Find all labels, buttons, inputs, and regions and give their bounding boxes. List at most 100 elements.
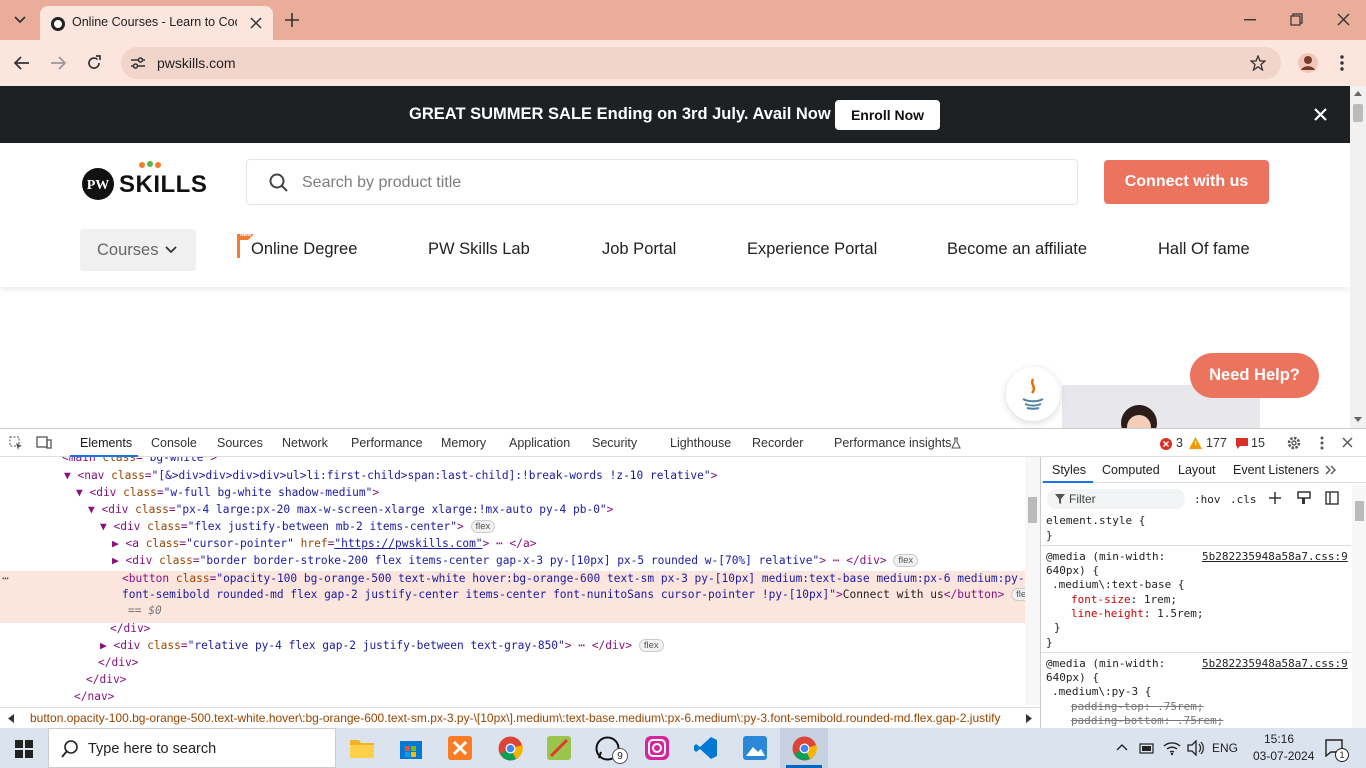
connect-with-us-button[interactable]: Connect with us bbox=[1104, 160, 1269, 204]
tab-styles[interactable]: Styles bbox=[1052, 463, 1086, 477]
show-hidden-icons-icon[interactable] bbox=[1116, 743, 1128, 751]
battery-icon[interactable] bbox=[1139, 741, 1155, 755]
warning-count[interactable]: 177 bbox=[1206, 436, 1227, 450]
tab-layout[interactable]: Layout bbox=[1178, 463, 1216, 477]
styles-scroll-thumb[interactable] bbox=[1355, 501, 1364, 521]
site-logo[interactable]: PW SKILLS bbox=[81, 161, 207, 201]
css-selector[interactable]: .medium\:text-base { bbox=[1052, 578, 1184, 591]
browser-menu-icon[interactable] bbox=[1340, 55, 1344, 71]
taskbar-search-box[interactable]: Type here to search bbox=[48, 728, 336, 768]
enroll-now-button[interactable]: Enroll Now bbox=[835, 100, 940, 130]
new-style-rule-icon[interactable] bbox=[1269, 492, 1283, 506]
clock-date[interactable]: 03-07-2024 bbox=[1253, 749, 1314, 763]
paint-icon[interactable] bbox=[1297, 491, 1311, 505]
devtools-menu-icon[interactable] bbox=[1320, 436, 1324, 450]
styles-scrollbar[interactable] bbox=[1352, 485, 1366, 729]
css-source-link[interactable]: 5b282235948a58a7.css:9 bbox=[1202, 657, 1348, 670]
tab-sources[interactable]: Sources bbox=[217, 436, 263, 450]
dom-scrollbar[interactable] bbox=[1025, 457, 1040, 705]
css-selector[interactable]: .medium\:py-3 { bbox=[1052, 685, 1151, 698]
hov-toggle[interactable]: :hov bbox=[1194, 493, 1221, 506]
css-source-link[interactable]: 5b282235948a58a7.css:9 bbox=[1202, 550, 1348, 563]
tab-event-listeners[interactable]: Event Listeners bbox=[1233, 463, 1319, 477]
xampp-icon[interactable] bbox=[448, 736, 472, 760]
dom-line-selected[interactable]: font-semibold rounded-md flex gap-2 just… bbox=[122, 588, 1036, 601]
dom-line[interactable]: ▼ <div class="px-4 large:px-20 max-w-scr… bbox=[88, 503, 613, 516]
tab-computed[interactable]: Computed bbox=[1102, 463, 1160, 477]
app-icon[interactable] bbox=[547, 736, 571, 760]
forward-icon[interactable] bbox=[50, 56, 66, 70]
tab-network[interactable]: Network bbox=[282, 436, 328, 450]
issues-count[interactable]: 15 bbox=[1251, 436, 1265, 450]
browser-tab[interactable]: Online Courses - Learn to Code bbox=[40, 6, 273, 40]
page-scroll-thumb[interactable] bbox=[1353, 104, 1363, 122]
scroll-down-icon[interactable] bbox=[1354, 417, 1362, 423]
instagram-icon[interactable] bbox=[645, 736, 669, 760]
minimize-icon[interactable] bbox=[1244, 19, 1256, 21]
nav-online-degree[interactable]: Online Degree bbox=[251, 240, 357, 259]
vscode-icon[interactable] bbox=[694, 736, 718, 760]
css-declaration-overridden[interactable]: padding-bottom: .75rem; bbox=[1071, 714, 1223, 727]
sidebar-toggle-icon[interactable] bbox=[1325, 491, 1339, 505]
site-info-icon[interactable] bbox=[130, 56, 146, 70]
nav-become-affiliate[interactable]: Become an affiliate bbox=[947, 240, 1087, 259]
close-window-icon[interactable] bbox=[1337, 13, 1350, 26]
windows-start-icon[interactable] bbox=[15, 740, 33, 758]
element-style-rule[interactable]: element.style { bbox=[1046, 514, 1145, 527]
dom-line[interactable]: </div> bbox=[110, 622, 150, 635]
breadcrumb-right-icon[interactable] bbox=[1026, 714, 1032, 723]
back-icon[interactable] bbox=[14, 56, 30, 70]
dom-line[interactable]: ▼ <div class="w-full bg-white shadow-med… bbox=[76, 486, 379, 499]
wifi-icon[interactable] bbox=[1163, 740, 1181, 756]
scroll-up-icon[interactable] bbox=[1354, 90, 1362, 96]
tab-performance-insights[interactable]: Performance insights bbox=[834, 436, 951, 450]
tab-elements-label[interactable]: Elements bbox=[80, 436, 132, 450]
tab-search-button[interactable] bbox=[8, 9, 32, 31]
restore-icon[interactable] bbox=[1290, 13, 1303, 26]
tab-console[interactable]: Console bbox=[151, 436, 197, 450]
need-help-button[interactable]: Need Help? bbox=[1190, 353, 1319, 398]
dom-line-selected[interactable]: <button class="opacity-100 bg-orange-500… bbox=[122, 572, 1031, 585]
css-declaration[interactable]: line-height: 1.5rem; bbox=[1071, 607, 1203, 620]
clock-time[interactable]: 15:16 bbox=[1264, 732, 1294, 746]
dom-line[interactable]: ▶ <div class="border border-stroke-200 f… bbox=[112, 554, 919, 567]
css-declaration-overridden[interactable]: padding-top: .75rem; bbox=[1071, 700, 1203, 713]
close-devtools-icon[interactable] bbox=[1342, 437, 1353, 448]
dom-line[interactable]: ▶ <div class="relative py-4 flex gap-2 j… bbox=[100, 639, 664, 652]
bookmark-star-icon[interactable] bbox=[1250, 55, 1266, 71]
chrome-icon[interactable] bbox=[498, 736, 523, 761]
inspect-element-icon[interactable] bbox=[9, 436, 23, 450]
device-toolbar-icon[interactable] bbox=[36, 436, 52, 450]
photos-icon[interactable] bbox=[743, 736, 767, 760]
dom-tree[interactable]: <main class="bg-white"> ▼ <nav class="[&… bbox=[0, 457, 1040, 705]
close-tab-icon[interactable] bbox=[250, 17, 262, 29]
breadcrumb[interactable]: button.opacity-100.bg-orange-500.text-wh… bbox=[30, 711, 1018, 725]
dom-line[interactable]: ▶ <a class="cursor-pointer" href="https:… bbox=[112, 537, 536, 550]
reload-icon[interactable] bbox=[86, 55, 102, 71]
nav-pw-skills-lab[interactable]: PW Skills Lab bbox=[428, 240, 530, 259]
tab-application[interactable]: Application bbox=[509, 436, 570, 450]
tab-performance[interactable]: Performance bbox=[351, 436, 423, 450]
more-tabs-icon[interactable] bbox=[1325, 465, 1337, 475]
settings-gear-icon[interactable] bbox=[1286, 435, 1302, 451]
tab-security[interactable]: Security bbox=[592, 436, 637, 450]
dom-line[interactable]: </nav> bbox=[74, 690, 114, 703]
styles-filter-input[interactable]: Filter bbox=[1047, 489, 1185, 509]
dom-line[interactable]: ▼ <nav class="[&>div>div>div>div>ul>li:f… bbox=[64, 469, 717, 482]
css-declaration[interactable]: font-size: 1rem; bbox=[1071, 593, 1177, 606]
taskbar-chrome-active[interactable] bbox=[780, 728, 828, 768]
nav-hall-of-fame[interactable]: Hall Of fame bbox=[1158, 240, 1250, 259]
nav-job-portal[interactable]: Job Portal bbox=[602, 240, 676, 259]
dom-line-dots[interactable]: ⋯ bbox=[2, 572, 9, 585]
microsoft-store-icon[interactable] bbox=[399, 737, 423, 759]
dom-scroll-thumb[interactable] bbox=[1028, 497, 1037, 523]
new-tab-icon[interactable] bbox=[285, 13, 299, 27]
tab-memory[interactable]: Memory bbox=[441, 436, 486, 450]
close-banner-icon[interactable] bbox=[1314, 108, 1327, 121]
error-count[interactable]: 3 bbox=[1176, 436, 1183, 450]
volume-icon[interactable] bbox=[1187, 740, 1205, 756]
tab-lighthouse[interactable]: Lighthouse bbox=[670, 436, 731, 450]
product-search-field[interactable]: Search by product title bbox=[246, 159, 1078, 205]
input-language[interactable]: ENG bbox=[1212, 741, 1238, 755]
dom-line[interactable]: </div> bbox=[86, 673, 126, 686]
